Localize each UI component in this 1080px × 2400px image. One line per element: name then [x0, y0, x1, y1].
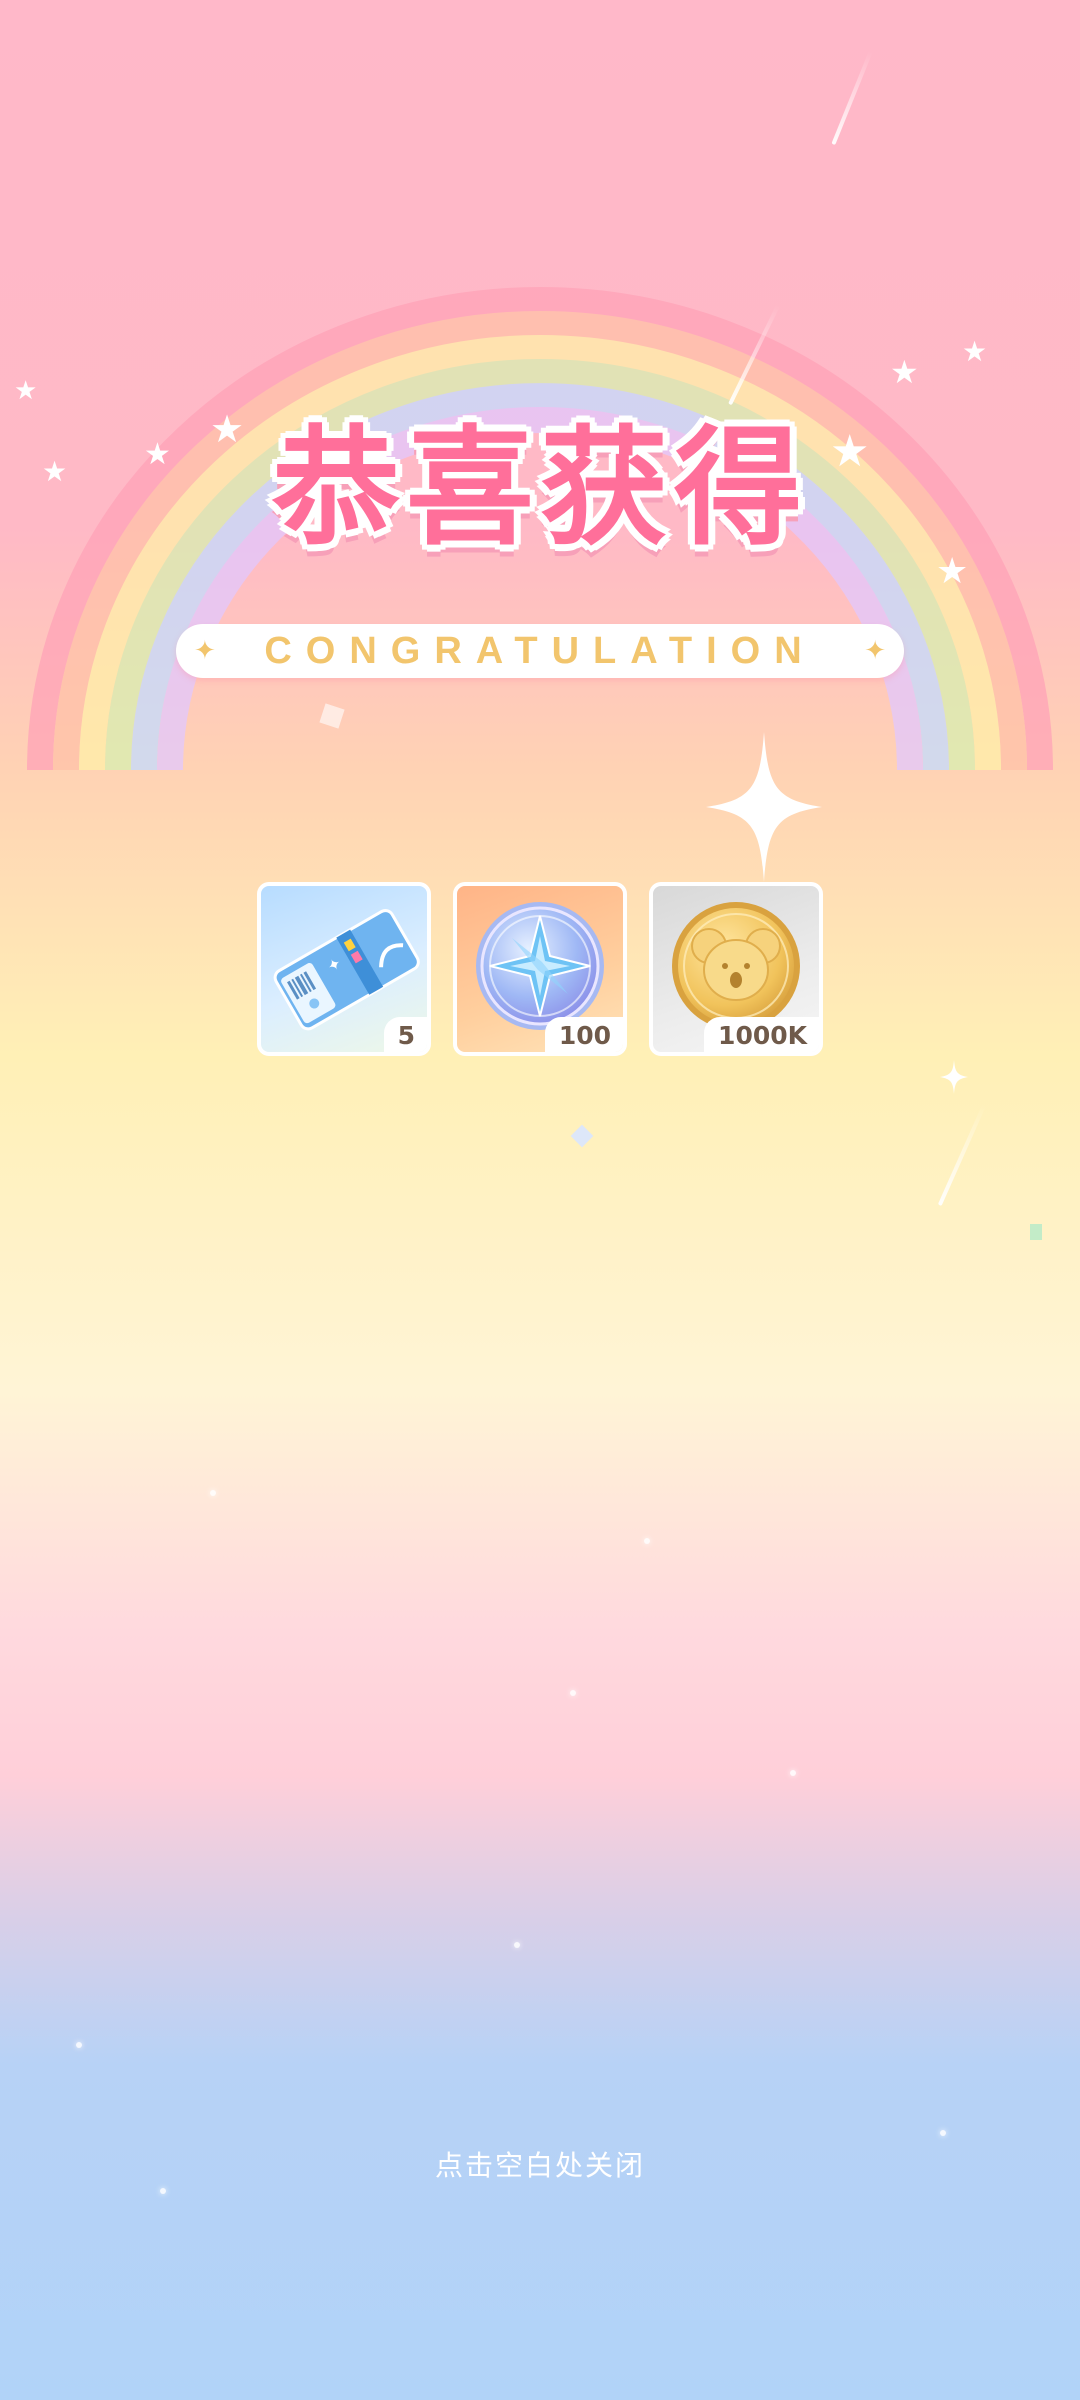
shooting-star-decoration [937, 1103, 987, 1207]
reward-popup-overlay[interactable]: ★ ★ ★ ★ ★ ★ ★ ★ 恭喜获得 ✦ CONGRATULATION ✦ [0, 0, 1080, 2400]
reward-item-gold-coin[interactable]: 1000K [649, 882, 823, 1056]
popup-title: 恭喜获得 [271, 414, 808, 563]
sparkle-icon: ✦ [194, 636, 216, 666]
glitter-dot [210, 1490, 216, 1496]
reward-quantity: 5 [383, 1017, 427, 1052]
star-icon: ★ [890, 353, 919, 391]
glitter-dot [940, 2130, 946, 2136]
reward-quantity: 1000K [704, 1017, 819, 1052]
star-icon: ★ [14, 376, 38, 406]
popup-subtitle: CONGRATULATION [264, 629, 816, 672]
reward-item-star-coin[interactable]: 100 [453, 882, 627, 1056]
star-icon: ★ [962, 335, 988, 368]
glitter-dot [790, 1770, 796, 1776]
tap-to-close-hint[interactable]: 点击空白处关闭 [0, 2144, 1080, 2184]
glitter-dot [76, 2042, 82, 2048]
sparkle-icon [706, 732, 822, 882]
sparkle-icon: ✦ [864, 636, 886, 666]
glitter-dot [644, 1538, 650, 1544]
reward-list: ✦ 5 100 1000K [257, 882, 823, 1056]
subtitle-banner: ✦ CONGRATULATION ✦ [176, 624, 904, 678]
reward-item-ticket[interactable]: ✦ 5 [257, 882, 431, 1056]
glitter-dot [570, 1690, 576, 1696]
confetti-piece [570, 1124, 594, 1148]
sparkle-icon [940, 1060, 968, 1094]
glitter-dot [160, 2188, 166, 2194]
star-icon: ★ [936, 551, 969, 592]
glitter-dot [514, 1942, 520, 1948]
confetti-piece [1030, 1224, 1042, 1240]
reward-quantity: 100 [544, 1017, 623, 1052]
